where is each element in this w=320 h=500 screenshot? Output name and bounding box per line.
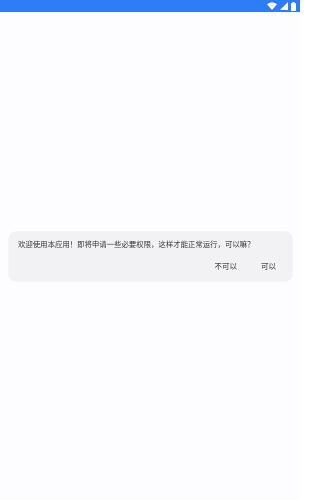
accept-button[interactable]: 可以 <box>259 261 278 273</box>
status-icons <box>267 1 296 11</box>
wifi-icon <box>267 2 277 10</box>
permission-dialog: 欢迎使用本应用！即将申请一些必要权限，这样才能正常运行，可以嘛？ 不可以 可以 <box>9 232 292 281</box>
dialog-actions: 不可以 可以 <box>213 261 279 273</box>
dialog-message: 欢迎使用本应用！即将申请一些必要权限，这样才能正常运行，可以嘛？ <box>18 240 255 249</box>
signal-icon <box>280 2 288 10</box>
status-bar <box>0 0 300 12</box>
screen: 欢迎使用本应用！即将申请一些必要权限，这样才能正常运行，可以嘛？ 不可以 可以 <box>0 0 300 500</box>
decline-button[interactable]: 不可以 <box>213 261 240 273</box>
battery-icon <box>291 1 296 11</box>
